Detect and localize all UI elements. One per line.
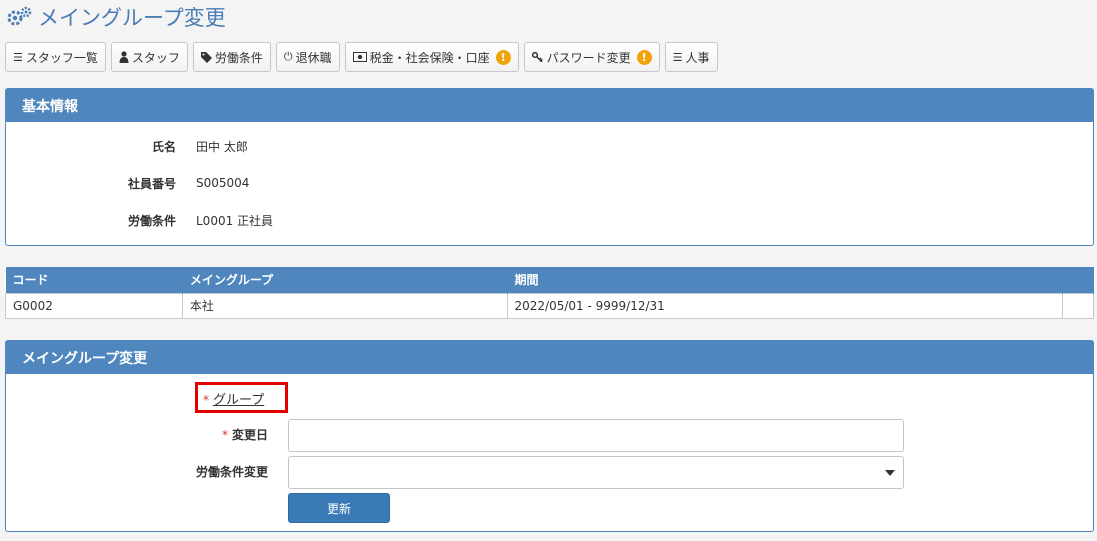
staff-button[interactable]: スタッフ [110, 42, 188, 72]
hr-button[interactable]: ☰ 人事 [664, 42, 718, 72]
table-cell-main-group: 本社 [181, 292, 508, 319]
info-label: 社員番号 [127, 176, 176, 191]
info-value: L0001 正社員 [196, 213, 274, 228]
table-cell-code: G0002 [5, 292, 183, 319]
change-date-label: * 変更日 [221, 428, 268, 442]
info-row-name: 氏名 田中 太郎 [6, 136, 248, 156]
page-title: メイングループ変更 [6, 3, 226, 31]
chevron-down-icon [885, 470, 895, 476]
info-row-labor-condition: 労働条件 L0001 正社員 [6, 210, 273, 230]
change-date-input[interactable] [288, 419, 904, 452]
warning-icon: ! [636, 49, 652, 65]
info-row-employee-number: 社員番号 S005004 [6, 173, 249, 193]
info-value: S005004 [196, 176, 250, 190]
list-alt-icon: ☰ [672, 50, 683, 64]
toolbar: ☰ スタッフ一覧 スタッフ 労働条件 ⏻ 退休職 税金・社会保険・口座 ! パス… [5, 42, 723, 72]
main-group-table: コード メイングループ 期間 G0002 本社 2022/05/01 - 999… [5, 267, 1095, 319]
basic-info-heading: 基本情報 [6, 89, 1093, 122]
labor-conditions-button[interactable]: 労働条件 [192, 42, 271, 72]
gears-icon [7, 6, 32, 26]
table-cell-extra [1061, 292, 1095, 319]
info-label: 労働条件 [127, 213, 176, 228]
column-header-period: 期間 [507, 267, 1063, 293]
highlight-box [195, 382, 288, 413]
column-header-main-group: メイングループ [182, 267, 508, 293]
power-icon: ⏻ [283, 50, 293, 63]
key-icon [531, 52, 544, 62]
table-row: G0002 本社 2022/05/01 - 9999/12/31 [5, 292, 1095, 319]
tax-insurance-account-button[interactable]: 税金・社会保険・口座 ! [344, 42, 519, 72]
required-mark: * [221, 428, 228, 442]
table-header-row: コード メイングループ 期間 [5, 267, 1095, 293]
labor-condition-change-label: 労働条件変更 [195, 465, 268, 479]
user-icon [119, 51, 129, 63]
labor-condition-select[interactable] [288, 456, 904, 489]
column-header-code: コード [5, 267, 183, 293]
column-header-extra [1062, 267, 1095, 293]
password-change-button[interactable]: パスワード変更 ! [523, 42, 660, 72]
info-label: 氏名 [151, 139, 176, 154]
list-icon: ☰ [13, 50, 23, 64]
info-value: 田中 太郎 [196, 139, 248, 154]
money-icon [352, 52, 367, 62]
page-title-text: メイングループ変更 [38, 6, 226, 30]
retirement-button[interactable]: ⏻ 退休職 [275, 42, 340, 72]
basic-info-panel: 基本情報 氏名 田中 太郎 社員番号 S005004 労働条件 L0001 正社… [5, 88, 1094, 246]
warning-icon: ! [495, 49, 511, 65]
update-button[interactable]: 更新 [288, 493, 390, 523]
staff-list-button[interactable]: ☰ スタッフ一覧 [5, 42, 106, 72]
table-cell-period: 2022/05/01 - 9999/12/31 [506, 292, 1063, 319]
main-group-change-heading: メイングループ変更 [6, 341, 1093, 374]
tag-icon [200, 51, 212, 63]
